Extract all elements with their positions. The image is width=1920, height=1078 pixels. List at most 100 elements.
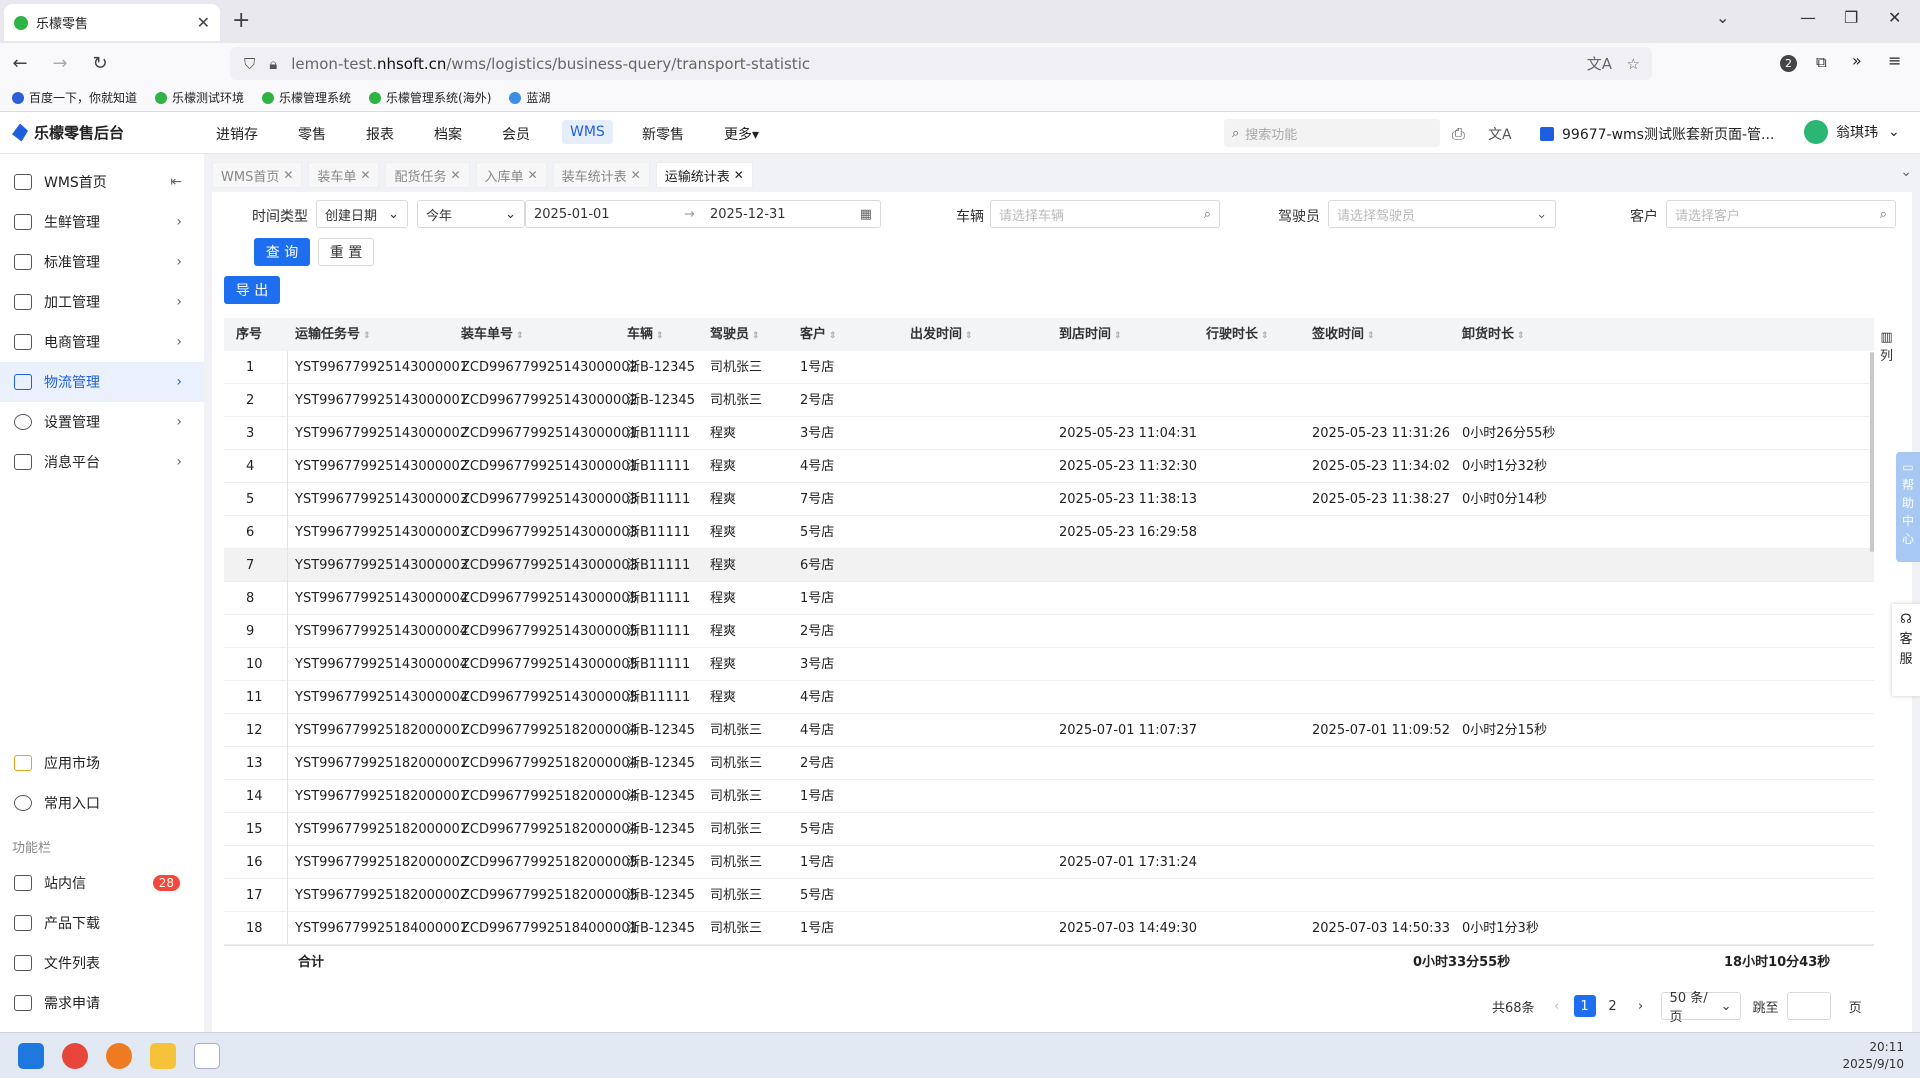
page-2[interactable]: 2 [1602,995,1624,1017]
table-row[interactable]: 3 YST996779925143000002 ZCD996779925143000… [224,417,1874,450]
restore-icon[interactable]: ❐ [1844,8,1858,27]
bookmark-item[interactable]: 乐檬管理系统 [262,89,351,106]
menu-item[interactable]: 会员 [502,124,530,144]
column-setting-button[interactable]: ▥ 列 [1880,330,1893,364]
sidebar-item-logistics[interactable]: 物流管理 › [0,362,204,402]
sort-icon[interactable]: ⇕ [656,331,664,341]
prev-page-icon[interactable]: ‹ [1546,995,1568,1017]
tab-loading-stats[interactable]: 装车统计表 ✕ [552,162,650,188]
tab-inbound-order[interactable]: 入库单 ✕ [475,162,547,188]
sort-icon[interactable]: ⇕ [752,331,760,341]
tab-list-icon[interactable]: ⌄ [1716,8,1729,27]
table-row[interactable]: 7 YST996779925143000003 ZCD996779925143000… [224,549,1874,582]
customer-select[interactable]: 请选择客户 ⌕ [1666,200,1896,228]
table-row[interactable]: 16 YST996779925182000002 ZCD99677992518200… [224,846,1874,879]
tab-loading-order[interactable]: 装车单 ✕ [308,162,380,188]
extensions-icon[interactable]: ⧉ [1816,53,1827,71]
table-row[interactable]: 18 YST996779925184000001 ZCD99677992518400… [224,912,1874,945]
table-row[interactable]: 13 YST996779925182000001 ZCD99677992518200… [224,747,1874,780]
time-type-select[interactable]: 创建日期 ⌄ [316,200,408,228]
close-icon[interactable]: ✕ [360,168,370,182]
sidebar-item-fresh[interactable]: 生鲜管理 › [0,202,204,242]
sidebar-item-inbox[interactable]: 站内信 28 [0,863,204,903]
minimize-icon[interactable]: — [1800,8,1816,27]
account-selector[interactable]: 99677-wms测试账套新页面-管... [1540,124,1774,144]
sidebar-item-standard[interactable]: 标准管理 › [0,242,204,282]
extension-badge[interactable]: 2 [1780,55,1797,72]
column-header[interactable]: 到店时间 ⇕ [1059,318,1122,351]
sort-icon[interactable]: ⇕ [1114,331,1122,341]
close-icon[interactable]: ✕ [734,168,744,182]
table-row[interactable]: 1 YST996779925143000001 ZCD996779925143000… [224,351,1874,384]
close-icon[interactable]: ✕ [528,168,538,182]
sidebar-item-ecommerce[interactable]: 电商管理 › [0,322,204,362]
help-center-button[interactable]: ▭ 帮助中心 [1896,452,1920,562]
close-icon[interactable]: ✕ [283,168,293,182]
folder-icon[interactable] [150,1043,176,1069]
sidebar-item-download[interactable]: 产品下载 [0,903,204,943]
sort-icon[interactable]: ⇕ [1367,331,1375,341]
column-header[interactable]: 卸货时长 ⇕ [1462,318,1525,351]
menu-item[interactable]: 进销存 [216,124,258,144]
address-bar[interactable]: ⛉ 🔒︎ lemon-test. nhsoft.cn/wms/logistics/… [230,47,1652,80]
column-header[interactable]: 车辆 ⇕ [627,318,664,351]
sidebar-item-wms-home[interactable]: WMS首页 ⇤ [0,162,204,202]
close-icon[interactable]: ✕ [631,168,641,182]
table-row[interactable]: 14 YST996779925182000001 ZCD99677992518200… [224,780,1874,813]
sidebar-item-requests[interactable]: 需求申请 [0,983,204,1023]
chevron-down-icon[interactable]: ⌄ [1900,164,1912,180]
sidebar-item-app-market[interactable]: 应用市场 [0,743,204,783]
bookmark-star-icon[interactable]: ☆ [1627,55,1640,73]
sort-icon[interactable]: ⇕ [516,331,524,341]
user-menu[interactable]: 翁琪玮 ⌄ [1804,120,1900,144]
function-search-input[interactable]: ⌕ 搜索功能 [1224,119,1440,147]
tab-transport-stats[interactable]: 运输统计表 ✕ [655,162,753,188]
table-row[interactable]: 8 YST996779925143000004 ZCD996779925143000… [224,582,1874,615]
driver-select[interactable]: 请选择驾驶员 ⌄ [1328,200,1556,228]
page-size-select[interactable]: 50 条/页 ⌄ [1660,991,1741,1025]
table-row[interactable]: 17 YST996779925182000002 ZCD99677992518200… [224,879,1874,912]
table-row[interactable]: 12 YST996779925182000001 ZCD99677992518200… [224,714,1874,747]
bookmark-item[interactable]: 百度一下，你就知道 [12,89,137,106]
bookmark-item[interactable]: 蓝湖 [509,89,550,106]
table-row[interactable]: 2 YST996779925143000001 ZCD996779925143000… [224,384,1874,417]
close-icon[interactable]: ✕ [197,13,210,32]
table-scrollbar[interactable] [1870,352,1874,552]
jump-input[interactable] [1786,992,1831,1020]
sort-icon[interactable]: ⇕ [829,331,837,341]
sort-icon[interactable]: ⇕ [1261,331,1269,341]
menu-item[interactable]: 新零售 [642,124,684,144]
collapse-icon[interactable]: ⇤ [170,174,182,190]
forward-icon[interactable]: → [40,53,80,74]
print-icon[interactable]: ⎙ [1452,124,1465,144]
chrome-icon[interactable] [62,1043,88,1069]
date-range-picker[interactable]: 2025-01-01 → 2025-12-31 ▦ [525,200,881,228]
sidebar-item-messages[interactable]: 消息平台 › [0,442,204,482]
menu-icon[interactable]: ≡ [1888,51,1901,70]
close-icon[interactable]: ✕ [450,168,460,182]
browser-tab[interactable]: 乐檬零售 ✕ [4,4,220,41]
column-header[interactable]: 签收时间 ⇕ [1312,318,1375,351]
table-row[interactable]: 10 YST996779925143000004 ZCD99677992514300… [224,648,1874,681]
column-header[interactable]: 运输任务号 ⇕ [295,318,371,351]
table-row[interactable]: 11 YST996779925143000004 ZCD99677992514300… [224,681,1874,714]
translate-icon[interactable]: 文A [1587,53,1612,74]
next-page-icon[interactable]: › [1630,995,1652,1017]
reset-button[interactable]: 重 置 [318,238,374,266]
column-header[interactable]: 驾驶员 ⇕ [710,318,760,351]
column-header[interactable]: 装车单号 ⇕ [461,318,524,351]
table-row[interactable]: 4 YST996779925143000002 ZCD996779925143000… [224,450,1874,483]
page-1[interactable]: 1 [1573,995,1596,1017]
new-tab-icon[interactable]: + [232,8,250,33]
column-header[interactable]: 客户 ⇕ [800,318,837,351]
sort-icon[interactable]: ⇕ [1517,331,1525,341]
column-header[interactable]: 出发时间 ⇕ [910,318,973,351]
sidebar-item-settings[interactable]: 设置管理 › [0,402,204,442]
tab-wms-home[interactable]: WMS首页 ✕ [212,162,303,188]
app-x-icon[interactable] [194,1043,220,1069]
customer-service-button[interactable]: ☊ 客服 [1892,604,1920,696]
sort-icon[interactable]: ⇕ [965,331,973,341]
export-button[interactable]: 导 出 [224,276,280,304]
menu-item[interactable]: 零售 [298,124,326,144]
table-row[interactable]: 9 YST996779925143000004 ZCD996779925143000… [224,615,1874,648]
